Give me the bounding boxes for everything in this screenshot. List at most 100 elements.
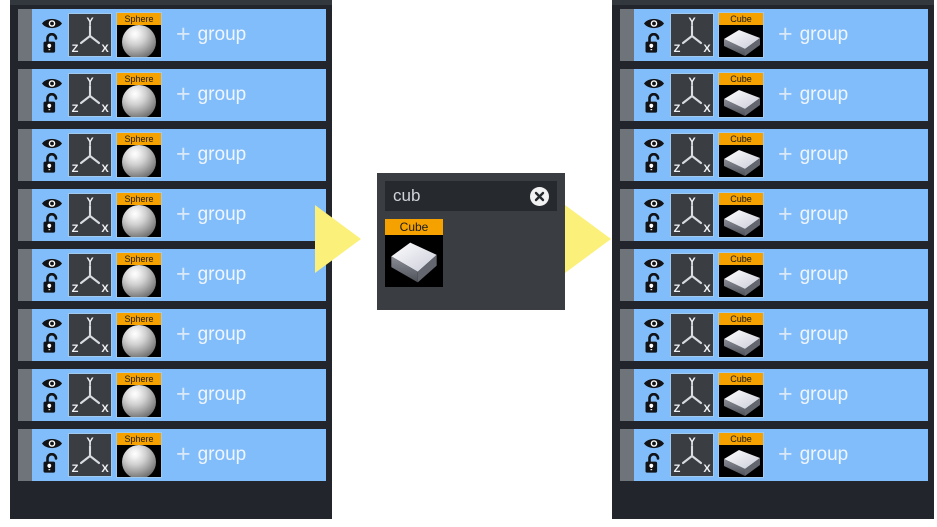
axis-gizmo[interactable]: Y Z X — [68, 13, 112, 57]
object-row-body[interactable]: Y Z X Cube + group — [634, 69, 928, 121]
axis-gizmo[interactable]: Y Z X — [68, 73, 112, 117]
object-row-body[interactable]: Y Z X Cube + group — [634, 129, 928, 181]
plus-icon[interactable]: + — [176, 21, 191, 47]
object-thumbnail[interactable]: Sphere — [116, 12, 162, 58]
eye-icon[interactable] — [41, 16, 63, 31]
group-label[interactable]: + group — [778, 21, 848, 47]
eye-icon[interactable] — [41, 316, 63, 331]
plus-icon[interactable]: + — [176, 81, 191, 107]
object-list-panel-before[interactable]: Y Z X Sphere + group Y Z X Sphere + group Y Z X Sphere +… — [10, 0, 332, 519]
object-row-body[interactable]: Y Z X Cube + group — [634, 189, 928, 241]
object-row[interactable]: Y Z X Sphere + group — [18, 429, 326, 481]
group-label[interactable]: + group — [176, 201, 246, 227]
eye-icon[interactable] — [643, 376, 665, 391]
axis-gizmo[interactable]: Y Z X — [68, 133, 112, 177]
group-label[interactable]: + group — [176, 441, 246, 467]
object-row-body[interactable]: Y Z X Cube + group — [634, 429, 928, 481]
drag-handle[interactable] — [18, 429, 32, 481]
object-thumbnail[interactable]: Cube — [718, 132, 764, 178]
object-row-body[interactable]: Y Z X Sphere + group — [32, 429, 326, 481]
drag-handle[interactable] — [620, 309, 634, 361]
object-row-body[interactable]: Y Z X Sphere + group — [32, 369, 326, 421]
group-label[interactable]: + group — [778, 321, 848, 347]
unlocked-padlock-icon[interactable] — [644, 272, 664, 294]
eye-icon[interactable] — [643, 136, 665, 151]
plus-icon[interactable]: + — [778, 81, 793, 107]
unlocked-padlock-icon[interactable] — [644, 152, 664, 174]
object-row-body[interactable]: Y Z X Cube + group — [634, 9, 928, 61]
group-label[interactable]: + group — [778, 141, 848, 167]
object-row[interactable]: Y Z X Sphere + group — [18, 69, 326, 121]
axis-gizmo[interactable]: Y Z X — [670, 73, 714, 117]
object-thumbnail[interactable]: Sphere — [116, 252, 162, 298]
object-row[interactable]: Y Z X Sphere + group — [18, 9, 326, 61]
unlocked-padlock-icon[interactable] — [644, 92, 664, 114]
unlocked-padlock-icon[interactable] — [42, 452, 62, 474]
object-row[interactable]: Y Z X Sphere + group — [18, 309, 326, 361]
object-row[interactable]: Y Z X Cube + group — [620, 429, 928, 481]
object-thumbnail[interactable]: Cube — [718, 372, 764, 418]
unlocked-padlock-icon[interactable] — [42, 392, 62, 414]
axis-gizmo[interactable]: Y Z X — [670, 433, 714, 477]
drag-handle[interactable] — [620, 249, 634, 301]
search-result-item[interactable]: Cube — [385, 219, 443, 287]
group-label[interactable]: + group — [778, 381, 848, 407]
unlocked-padlock-icon[interactable] — [42, 92, 62, 114]
object-row[interactable]: Y Z X Sphere + group — [18, 249, 326, 301]
drag-handle[interactable] — [620, 69, 634, 121]
drag-handle[interactable] — [620, 369, 634, 421]
unlocked-padlock-icon[interactable] — [644, 32, 664, 54]
axis-gizmo[interactable]: Y Z X — [68, 373, 112, 417]
eye-icon[interactable] — [41, 76, 63, 91]
object-row[interactable]: Y Z X Sphere + group — [18, 129, 326, 181]
unlocked-padlock-icon[interactable] — [644, 392, 664, 414]
drag-handle[interactable] — [620, 429, 634, 481]
object-row-body[interactable]: Y Z X Sphere + group — [32, 69, 326, 121]
object-thumbnail[interactable]: Cube — [718, 12, 764, 58]
drag-handle[interactable] — [620, 189, 634, 241]
drag-handle[interactable] — [18, 189, 32, 241]
group-label[interactable]: + group — [778, 81, 848, 107]
object-thumbnail[interactable]: Sphere — [116, 72, 162, 118]
eye-icon[interactable] — [41, 136, 63, 151]
group-label[interactable]: + group — [778, 261, 848, 287]
unlocked-padlock-icon[interactable] — [42, 32, 62, 54]
object-row[interactable]: Y Z X Cube + group — [620, 189, 928, 241]
object-row-body[interactable]: Y Z X Cube + group — [634, 249, 928, 301]
drag-handle[interactable] — [18, 309, 32, 361]
plus-icon[interactable]: + — [176, 441, 191, 467]
axis-gizmo[interactable]: Y Z X — [670, 253, 714, 297]
object-row[interactable]: Y Z X Cube + group — [620, 69, 928, 121]
plus-icon[interactable]: + — [778, 261, 793, 287]
unlocked-padlock-icon[interactable] — [42, 332, 62, 354]
object-thumbnail[interactable]: Cube — [718, 192, 764, 238]
group-label[interactable]: + group — [176, 321, 246, 347]
axis-gizmo[interactable]: Y Z X — [670, 133, 714, 177]
eye-icon[interactable] — [643, 256, 665, 271]
drag-handle[interactable] — [620, 9, 634, 61]
plus-icon[interactable]: + — [778, 141, 793, 167]
eye-icon[interactable] — [643, 196, 665, 211]
unlocked-padlock-icon[interactable] — [644, 212, 664, 234]
object-row-body[interactable]: Y Z X Cube + group — [634, 309, 928, 361]
unlocked-padlock-icon[interactable] — [42, 152, 62, 174]
axis-gizmo[interactable]: Y Z X — [670, 373, 714, 417]
object-row[interactable]: Y Z X Cube + group — [620, 129, 928, 181]
drag-handle[interactable] — [620, 129, 634, 181]
object-row-body[interactable]: Y Z X Sphere + group — [32, 9, 326, 61]
group-label[interactable]: + group — [778, 201, 848, 227]
object-thumbnail[interactable]: Sphere — [116, 372, 162, 418]
plus-icon[interactable]: + — [176, 201, 191, 227]
object-row[interactable]: Y Z X Sphere + group — [18, 189, 326, 241]
group-label[interactable]: + group — [176, 21, 246, 47]
object-row[interactable]: Y Z X Cube + group — [620, 249, 928, 301]
object-thumbnail[interactable]: Cube — [718, 432, 764, 478]
object-row-body[interactable]: Y Z X Sphere + group — [32, 309, 326, 361]
asset-search-dialog[interactable]: cub Cube — [377, 173, 565, 310]
plus-icon[interactable]: + — [778, 21, 793, 47]
object-list-panel-after[interactable]: Y Z X Cube + group Y Z X Cube + group Y Z X Cube + group Y… — [612, 0, 934, 519]
axis-gizmo[interactable]: Y Z X — [68, 193, 112, 237]
axis-gizmo[interactable]: Y Z X — [68, 433, 112, 477]
plus-icon[interactable]: + — [778, 201, 793, 227]
unlocked-padlock-icon[interactable] — [644, 452, 664, 474]
